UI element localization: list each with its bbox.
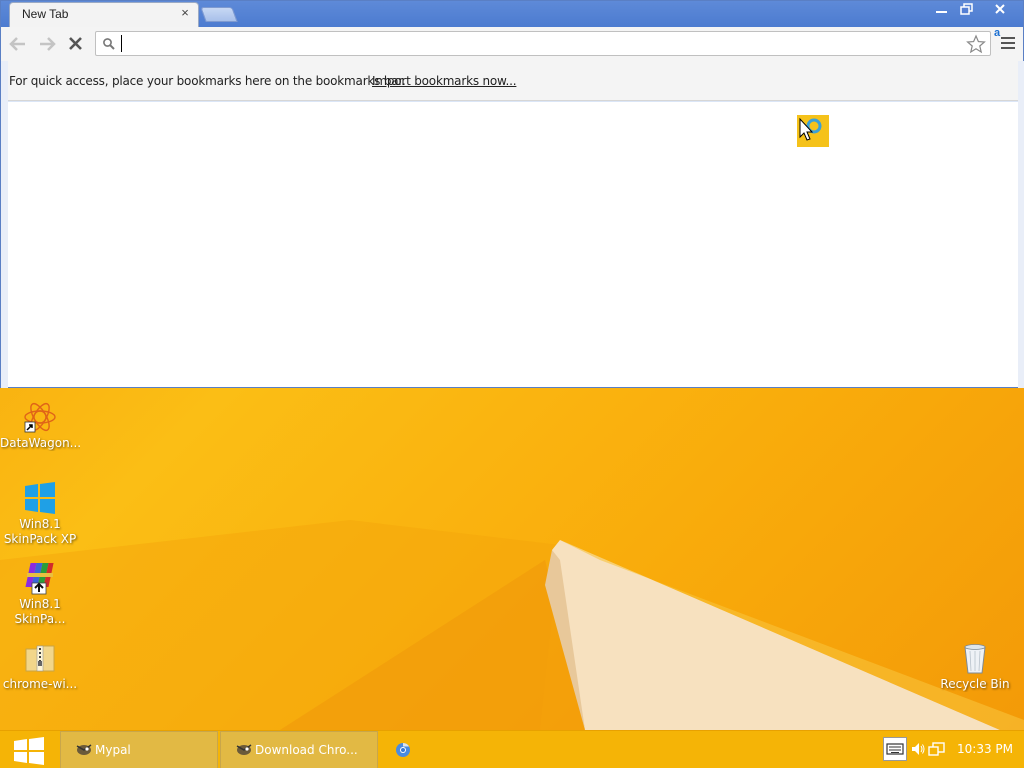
- mypal-icon: [236, 744, 252, 755]
- stop-loading-button[interactable]: [65, 34, 87, 54]
- text-caret: [121, 35, 122, 52]
- desktop-icon-label: Win8.1: [19, 517, 61, 531]
- mypal-icon: [76, 744, 92, 755]
- winrar-archive-icon: [23, 561, 57, 595]
- recycle-bin-icon: [958, 641, 992, 675]
- desktop-icon-recycle-bin[interactable]: Recycle Bin: [935, 641, 1015, 692]
- desktop-icon-label: Recycle Bin: [940, 677, 1010, 691]
- extension-button[interactable]: a: [994, 27, 1000, 39]
- forward-button[interactable]: [36, 34, 58, 54]
- page-content[interactable]: [8, 102, 1018, 387]
- network-icon: [928, 742, 945, 756]
- taskbar: Mypal Download Chro... 10:33 PM: [0, 730, 1024, 768]
- touch-keyboard-tray-icon[interactable]: [883, 737, 907, 761]
- restore-icon: [960, 3, 973, 15]
- taskbar-clock[interactable]: 10:33 PM: [957, 742, 1013, 756]
- busy-cursor-icon: [797, 115, 829, 147]
- close-icon: [995, 4, 1005, 14]
- minimize-icon: [936, 11, 947, 13]
- windows-start-icon: [14, 737, 44, 765]
- omnibox[interactable]: [95, 31, 991, 56]
- window-right-border: [1018, 61, 1024, 388]
- datawagon-icon: [23, 400, 57, 434]
- volume-tray-icon[interactable]: [910, 741, 926, 760]
- desktop-icon-label: SkinPa...: [14, 612, 66, 626]
- browser-titlebar[interactable]: New Tab ×: [1, 1, 1023, 27]
- taskbar-pinned-chrome[interactable]: [393, 740, 413, 760]
- taskbar-item-download-chrome[interactable]: Download Chro...: [220, 731, 378, 768]
- forward-arrow-icon: [40, 37, 56, 51]
- speaker-icon: [912, 743, 925, 755]
- restore-button[interactable]: [954, 1, 979, 18]
- desktop-icon-label: chrome-wi...: [2, 677, 78, 691]
- desktop-icon-chrome-zip[interactable]: chrome-wi...: [0, 641, 80, 692]
- browser-window: New Tab × a For quick access, place your…: [0, 0, 1024, 388]
- taskbar-item-label: Mypal: [95, 743, 131, 757]
- windows-logo-icon: [23, 481, 57, 515]
- back-button[interactable]: [7, 34, 29, 54]
- start-button[interactable]: [12, 736, 46, 766]
- tab-close-icon[interactable]: ×: [178, 6, 192, 20]
- chrome-icon: [396, 742, 410, 757]
- desktop-icon-label: Win8.1: [19, 597, 61, 611]
- zip-folder-icon: [23, 641, 57, 675]
- new-tab-button[interactable]: [200, 7, 238, 22]
- address-input[interactable]: [120, 34, 960, 53]
- taskbar-item-mypal[interactable]: Mypal: [60, 731, 218, 768]
- bookmark-star-icon[interactable]: [966, 34, 986, 54]
- window-left-border: [1, 61, 8, 388]
- bookmarks-bar: For quick access, place your bookmarks h…: [1, 61, 1023, 101]
- browser-toolbar: a: [1, 27, 1023, 61]
- desktop-icon-win81-skinpack-xp[interactable]: Win8.1 SkinPack XP: [0, 481, 80, 547]
- desktop-icon-label: DataWagon...: [0, 436, 80, 450]
- network-tray-icon[interactable]: [928, 740, 946, 761]
- chrome-menu-icon[interactable]: [1001, 37, 1015, 52]
- import-bookmarks-link[interactable]: Import bookmarks now...: [372, 74, 517, 88]
- desktop-icon-label: SkinPack XP: [3, 532, 77, 546]
- minimize-button[interactable]: [929, 1, 954, 18]
- stop-icon: [69, 37, 82, 50]
- tab-new-tab[interactable]: New Tab ×: [9, 2, 199, 27]
- tab-title: New Tab: [22, 7, 69, 21]
- bookmarks-bar-message: For quick access, place your bookmarks h…: [9, 74, 406, 88]
- back-arrow-icon: [9, 37, 25, 51]
- keyboard-icon: [886, 743, 904, 755]
- desktop-icon-win81-skinpack-archive[interactable]: Win8.1 SkinPa...: [0, 561, 80, 627]
- close-window-button[interactable]: [985, 1, 1015, 18]
- taskbar-item-label: Download Chro...: [255, 743, 358, 757]
- search-icon: [103, 38, 115, 50]
- desktop-icon-datawagon[interactable]: DataWagon...: [0, 400, 80, 451]
